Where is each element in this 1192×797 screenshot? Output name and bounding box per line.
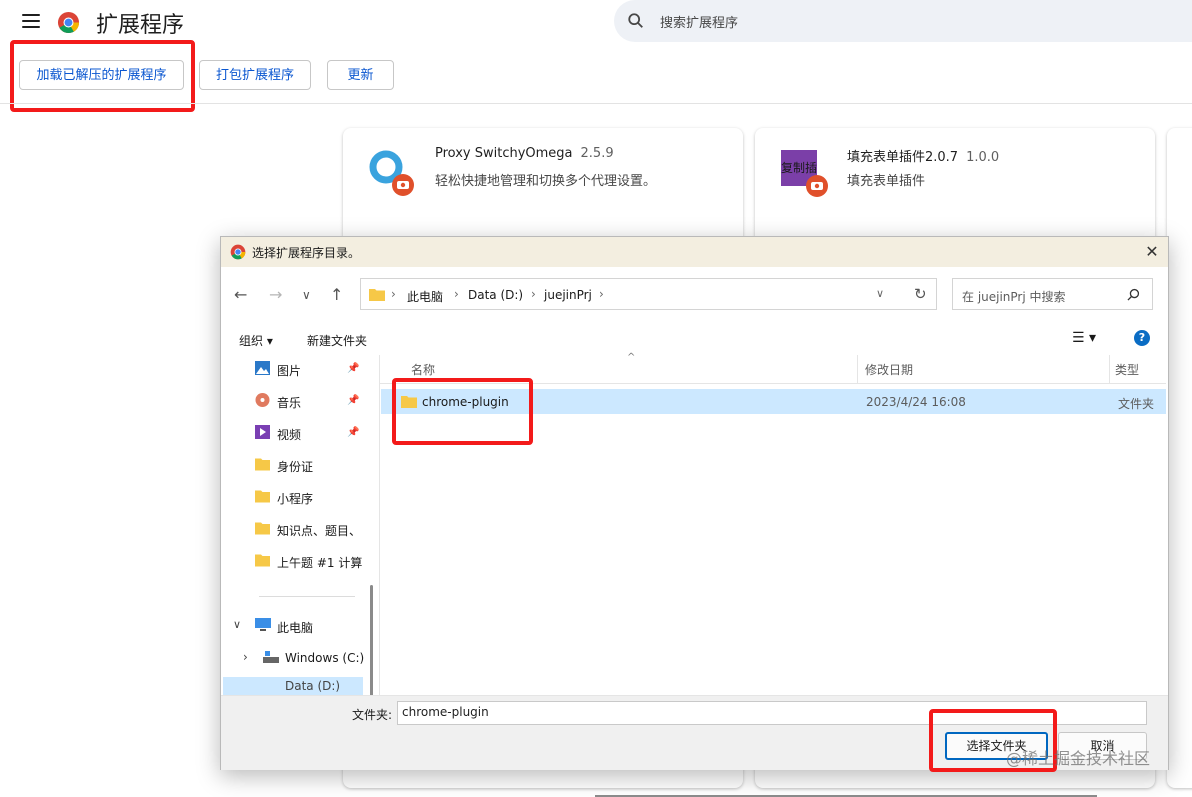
- extension-description: 填充表单插件: [847, 174, 926, 189]
- breadcrumb-separator: ›: [391, 287, 396, 301]
- extension-version: 2.5.9: [580, 146, 614, 161]
- folder-search-input[interactable]: 在 juejinPrj 中搜索: [952, 278, 1153, 310]
- breadcrumb-data-d[interactable]: Data (D:): [468, 288, 523, 302]
- video-icon: [255, 425, 270, 439]
- pin-icon[interactable]: 📌: [347, 395, 359, 406]
- chrome-logo-icon: [230, 244, 246, 260]
- folder-search-placeholder: 在 juejinPrj 中搜索: [962, 290, 1066, 304]
- unpacked-badge-icon: [806, 175, 828, 197]
- sidebar-item-drive-d[interactable]: Data (D:): [223, 677, 363, 695]
- menu-icon[interactable]: [22, 14, 40, 28]
- sidebar-divider: [259, 596, 355, 597]
- search-icon: [1127, 288, 1140, 301]
- update-button[interactable]: 更新: [327, 60, 394, 90]
- pin-icon[interactable]: 📌: [347, 363, 359, 374]
- drive-icon: [263, 651, 279, 663]
- breadcrumb-separator: ›: [599, 287, 604, 301]
- breadcrumb-this-pc[interactable]: 此电脑: [407, 288, 443, 305]
- folder-icon: [255, 554, 270, 567]
- navigation-pane: 图片📌 音乐📌 视频📌 身份证 小程序 知识点、题目、 上午题 #1 计算: [223, 355, 378, 761]
- extension-name: Proxy SwitchyOmega 2.5.9: [435, 146, 614, 161]
- switchyomega-icon: [369, 150, 414, 196]
- folder-icon: [369, 289, 385, 301]
- chevron-right-icon[interactable]: ›: [243, 650, 248, 664]
- header-divider: [0, 103, 1192, 104]
- back-arrow-icon[interactable]: ←: [234, 285, 247, 304]
- folder-icon: [255, 458, 270, 471]
- breadcrumb-separator: ›: [531, 287, 536, 301]
- dialog-toolbar: 组织 ▾ 新建文件夹 ☰ ▾: [221, 326, 1168, 354]
- highlight-box-load: [10, 40, 195, 112]
- refresh-icon[interactable]: ↻: [914, 285, 927, 303]
- extension-description: 轻松快捷地管理和切换多个代理设置。: [435, 174, 657, 189]
- file-type: 文件夹: [1118, 397, 1155, 411]
- select-folder-dialog: 选择扩展程序目录。 ✕ ← → ∨ ↑ › 此电脑 › Data (D:) › …: [220, 236, 1169, 797]
- highlight-box-folder: [392, 378, 533, 445]
- sort-ascending-icon: ^: [627, 352, 636, 363]
- search-placeholder: 搜索扩展程序: [660, 16, 739, 31]
- pictures-icon: [255, 361, 270, 375]
- search-icon: [628, 13, 643, 28]
- breadcrumb-juejinprj[interactable]: juejinPrj: [544, 288, 592, 302]
- folder-label: 文件夹:: [352, 708, 393, 722]
- file-date: 2023/4/24 16:08: [866, 395, 966, 409]
- column-divider[interactable]: [1109, 355, 1110, 383]
- music-icon: [255, 393, 270, 407]
- new-folder-button[interactable]: 新建文件夹: [307, 332, 367, 349]
- column-header-type[interactable]: 类型: [1115, 361, 1139, 378]
- column-header-date[interactable]: 修改日期: [865, 361, 913, 378]
- up-arrow-icon[interactable]: ↑: [330, 285, 343, 304]
- extension-name: 填充表单插件2.0.7 1.0.0: [847, 150, 1000, 165]
- column-header-name[interactable]: 名称: [411, 361, 435, 378]
- organize-menu[interactable]: 组织 ▾: [239, 332, 273, 349]
- close-icon[interactable]: ✕: [1142, 242, 1162, 261]
- extension-version: 1.0.0: [966, 150, 1000, 165]
- computer-icon: [255, 618, 271, 631]
- view-options-icon[interactable]: ☰ ▾: [1072, 330, 1096, 346]
- extension-card-partial: [1167, 128, 1192, 788]
- chrome-logo-icon: [57, 11, 80, 34]
- watermark: @稀土掘金技术社区: [1006, 749, 1151, 768]
- folder-icon: [255, 490, 270, 503]
- breadcrumb-separator: ›: [454, 287, 459, 301]
- chevron-down-icon[interactable]: ∨: [302, 288, 311, 302]
- address-bar[interactable]: › 此电脑 › Data (D:) › juejinPrj › ∨ ↻: [360, 278, 937, 310]
- dialog-title: 选择扩展程序目录。: [252, 246, 361, 260]
- chevron-down-icon[interactable]: ∨: [876, 287, 884, 300]
- dialog-title-bar: 选择扩展程序目录。 ✕: [221, 237, 1168, 267]
- column-divider[interactable]: [857, 355, 858, 383]
- help-icon[interactable]: ?: [1134, 330, 1150, 346]
- pack-extension-button[interactable]: 打包扩展程序: [199, 60, 311, 90]
- forward-arrow-icon[interactable]: →: [269, 285, 282, 304]
- folder-icon: [255, 522, 270, 535]
- page-title: 扩展程序: [96, 13, 185, 38]
- chevron-down-icon[interactable]: ∨: [233, 618, 241, 631]
- pin-icon[interactable]: 📌: [347, 427, 359, 438]
